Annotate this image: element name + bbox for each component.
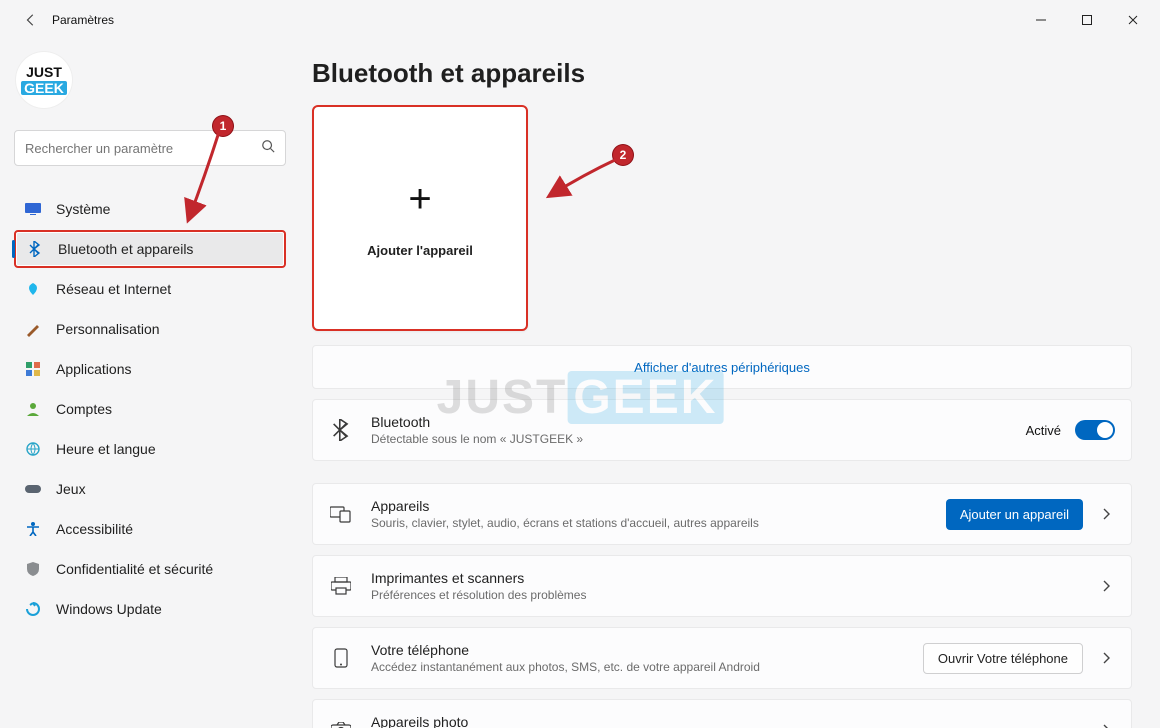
bluetooth-icon xyxy=(329,418,353,442)
nav-label: Comptes xyxy=(56,401,112,417)
nav-personalization[interactable]: Personnalisation xyxy=(14,310,286,348)
back-button[interactable] xyxy=(22,11,40,29)
maximize-button[interactable] xyxy=(1064,0,1110,40)
page-title: Bluetooth et appareils xyxy=(312,58,1132,89)
nav-label: Windows Update xyxy=(56,601,162,617)
nav-label: Accessibilité xyxy=(56,521,133,537)
printers-subtitle: Préférences et résolution des problèmes xyxy=(371,588,1079,602)
nav-label: Applications xyxy=(56,361,132,377)
profile-block: JUST GEEK xyxy=(14,46,286,118)
nav-apps[interactable]: Applications xyxy=(14,350,286,388)
devices-title: Appareils xyxy=(371,498,928,514)
add-device-button[interactable]: Ajouter un appareil xyxy=(946,499,1083,530)
brush-icon xyxy=(24,320,42,338)
bluetooth-title: Bluetooth xyxy=(371,414,1008,430)
nav-accounts[interactable]: Comptes xyxy=(14,390,286,428)
bluetooth-card: Bluetooth Détectable sous le nom « JUSTG… xyxy=(312,399,1132,461)
add-device-card[interactable]: + Ajouter l'appareil xyxy=(312,105,528,331)
close-button[interactable] xyxy=(1110,0,1156,40)
system-icon xyxy=(24,200,42,218)
nav: Système Bluetooth et appareils Réseau et… xyxy=(14,190,286,628)
printers-title: Imprimantes et scanners xyxy=(371,570,1079,586)
nav-accessibility[interactable]: Accessibilité xyxy=(14,510,286,548)
nav-time-language[interactable]: Heure et langue xyxy=(14,430,286,468)
window-title: Paramètres xyxy=(52,13,114,27)
phone-title: Votre téléphone xyxy=(371,642,905,658)
devices-card[interactable]: Appareils Souris, clavier, stylet, audio… xyxy=(312,483,1132,545)
nav-label: Jeux xyxy=(56,481,86,497)
titlebar: Paramètres xyxy=(0,0,1160,40)
nav-bluetooth-devices[interactable]: Bluetooth et appareils xyxy=(14,230,286,268)
update-icon xyxy=(24,600,42,618)
account-icon xyxy=(24,400,42,418)
chevron-right-icon xyxy=(1097,577,1115,595)
plus-icon: + xyxy=(408,179,431,219)
bluetooth-status-label: Activé xyxy=(1026,423,1061,438)
search-icon xyxy=(261,139,275,158)
nav-label: Système xyxy=(56,201,110,217)
shield-icon xyxy=(24,560,42,578)
devices-subtitle: Souris, clavier, stylet, audio, écrans e… xyxy=(371,516,928,530)
bluetooth-icon xyxy=(26,240,44,258)
globe-icon xyxy=(24,440,42,458)
nav-privacy[interactable]: Confidentialité et sécurité xyxy=(14,550,286,588)
chevron-right-icon xyxy=(1097,505,1115,523)
bluetooth-toggle[interactable] xyxy=(1075,420,1115,440)
cameras-card[interactable]: Appareils photo Caméras connectées et pa… xyxy=(312,699,1132,728)
nav-label: Confidentialité et sécurité xyxy=(56,561,213,577)
bluetooth-subtitle: Détectable sous le nom « JUSTGEEK » xyxy=(371,432,1008,446)
gaming-icon xyxy=(24,480,42,498)
nav-label: Personnalisation xyxy=(56,321,160,337)
network-icon xyxy=(24,280,42,298)
open-your-phone-button[interactable]: Ouvrir Votre téléphone xyxy=(923,643,1083,674)
search-box[interactable] xyxy=(14,130,286,166)
phone-subtitle: Accédez instantanément aux photos, SMS, … xyxy=(371,660,905,674)
phone-card[interactable]: Votre téléphone Accédez instantanément a… xyxy=(312,627,1132,689)
printers-card[interactable]: Imprimantes et scanners Préférences et r… xyxy=(312,555,1132,617)
camera-icon xyxy=(329,718,353,728)
add-device-label: Ajouter l'appareil xyxy=(367,243,473,258)
avatar: JUST GEEK xyxy=(16,52,72,108)
phone-icon xyxy=(329,646,353,670)
nav-gaming[interactable]: Jeux xyxy=(14,470,286,508)
printer-icon xyxy=(329,574,353,598)
minimize-button[interactable] xyxy=(1018,0,1064,40)
chevron-right-icon xyxy=(1097,649,1115,667)
cameras-title: Appareils photo xyxy=(371,714,1079,728)
nav-label: Heure et langue xyxy=(56,441,156,457)
sidebar: JUST GEEK Système Bluetooth et a xyxy=(0,40,300,728)
main-content: Bluetooth et appareils + Ajouter l'appar… xyxy=(300,40,1160,728)
show-more-devices-row[interactable]: Afficher d'autres périphériques xyxy=(312,345,1132,389)
accessibility-icon xyxy=(24,520,42,538)
nav-label: Réseau et Internet xyxy=(56,281,171,297)
apps-icon xyxy=(24,360,42,378)
chevron-right-icon xyxy=(1097,721,1115,728)
devices-icon xyxy=(329,502,353,526)
nav-network[interactable]: Réseau et Internet xyxy=(14,270,286,308)
settings-window: 1 2 JUSTGEEK Paramètres xyxy=(0,0,1160,728)
show-more-devices-link[interactable]: Afficher d'autres périphériques xyxy=(634,360,810,375)
nav-system[interactable]: Système xyxy=(14,190,286,228)
search-input[interactable] xyxy=(25,141,261,156)
nav-windows-update[interactable]: Windows Update xyxy=(14,590,286,628)
nav-label: Bluetooth et appareils xyxy=(58,241,193,257)
